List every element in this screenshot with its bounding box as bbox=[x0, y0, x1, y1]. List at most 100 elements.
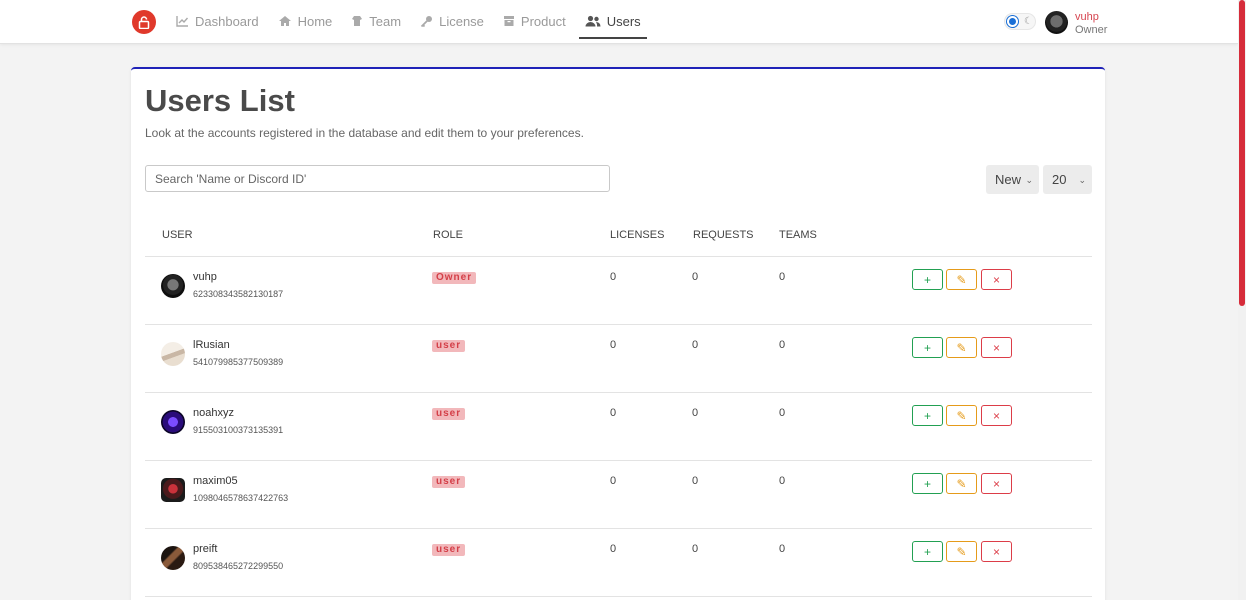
plus-icon: + bbox=[923, 340, 931, 355]
close-icon: × bbox=[992, 476, 1000, 491]
licenses-count: 0 bbox=[610, 543, 617, 555]
user-id: 541079985377509389 bbox=[193, 357, 284, 367]
nav-username[interactable]: vuhp bbox=[1075, 11, 1099, 23]
edit-button[interactable]: ✎ bbox=[946, 473, 977, 494]
user-name: maxim05 bbox=[193, 475, 238, 487]
chevron-down-icon: ⌄ bbox=[1078, 175, 1086, 185]
nav-user-role: Owner bbox=[1075, 24, 1108, 36]
licenses-count: 0 bbox=[610, 339, 617, 351]
teams-count: 0 bbox=[779, 475, 786, 487]
requests-count: 0 bbox=[692, 271, 699, 283]
nav-item-dashboard[interactable]: Dashboard bbox=[176, 0, 259, 42]
avatar bbox=[161, 274, 185, 298]
requests-count: 0 bbox=[692, 407, 699, 419]
edit-icon: ✎ bbox=[956, 340, 967, 355]
edit-button[interactable]: ✎ bbox=[946, 405, 977, 426]
avatar bbox=[161, 546, 185, 570]
team-icon bbox=[352, 16, 363, 26]
user-id: 915503100373135391 bbox=[193, 425, 284, 435]
lock-logo-icon[interactable] bbox=[132, 10, 156, 34]
nav-item-label: Team bbox=[369, 13, 402, 29]
delete-button[interactable]: × bbox=[981, 337, 1012, 358]
requests-count: 0 bbox=[692, 339, 699, 351]
table-row: lRusian 541079985377509389 user 0 0 0 + … bbox=[145, 325, 1092, 393]
role-badge: user bbox=[432, 544, 466, 556]
theme-toggle[interactable]: ☾ bbox=[1004, 13, 1036, 30]
edit-icon: ✎ bbox=[956, 272, 967, 287]
nav-item-label: Dashboard bbox=[195, 13, 259, 29]
search-input[interactable] bbox=[145, 165, 610, 192]
delete-button[interactable]: × bbox=[981, 405, 1012, 426]
top-navbar: Dashboard Home Team License Product User… bbox=[0, 0, 1238, 44]
user-name: vuhp bbox=[193, 271, 217, 283]
nav-item-license[interactable]: License bbox=[420, 0, 484, 42]
nav-item-label: License bbox=[439, 13, 484, 29]
page-subtitle: Look at the accounts registered in the d… bbox=[145, 126, 584, 140]
add-button[interactable]: + bbox=[912, 405, 943, 426]
close-icon: × bbox=[992, 272, 1000, 287]
user-name: lRusian bbox=[193, 339, 230, 351]
table-row: noahxyz 915503100373135391 user 0 0 0 + … bbox=[145, 393, 1092, 461]
requests-count: 0 bbox=[692, 543, 699, 555]
main-nav: Dashboard Home Team License Product User… bbox=[176, 0, 660, 44]
column-header-teams: TEAMS bbox=[779, 229, 817, 241]
teams-count: 0 bbox=[779, 407, 786, 419]
role-badge: user bbox=[432, 408, 466, 420]
avatar bbox=[161, 478, 185, 502]
edit-button[interactable]: ✎ bbox=[946, 541, 977, 562]
user-name: preift bbox=[193, 543, 218, 555]
add-button[interactable]: + bbox=[912, 541, 943, 562]
avatar bbox=[161, 342, 185, 366]
edit-button[interactable]: ✎ bbox=[946, 269, 977, 290]
chevron-down-icon: ⌄ bbox=[1025, 175, 1033, 185]
licenses-count: 0 bbox=[610, 271, 617, 283]
nav-item-product[interactable]: Product bbox=[503, 0, 566, 42]
add-button[interactable]: + bbox=[912, 337, 943, 358]
delete-button[interactable]: × bbox=[981, 473, 1012, 494]
edit-icon: ✎ bbox=[956, 408, 967, 423]
table-row: vuhp 623308343582130187 Owner 0 0 0 + ✎ … bbox=[145, 257, 1092, 325]
teams-count: 0 bbox=[779, 271, 786, 283]
table-row: maxim05 1098046578637422763 user 0 0 0 +… bbox=[145, 461, 1092, 529]
sort-select-value: New bbox=[995, 172, 1022, 187]
column-header-user: USER bbox=[162, 229, 193, 241]
edit-icon: ✎ bbox=[956, 544, 967, 559]
user-name: noahxyz bbox=[193, 407, 234, 419]
home-icon bbox=[278, 16, 291, 26]
add-button[interactable]: + bbox=[912, 269, 943, 290]
sun-icon bbox=[1007, 16, 1018, 27]
teams-count: 0 bbox=[779, 543, 786, 555]
delete-button[interactable]: × bbox=[981, 541, 1012, 562]
key-icon bbox=[420, 16, 433, 27]
nav-item-label: Product bbox=[520, 13, 566, 29]
teams-count: 0 bbox=[779, 339, 786, 351]
column-header-licenses: LICENSES bbox=[610, 229, 665, 241]
scrollbar-thumb[interactable] bbox=[1239, 0, 1245, 306]
role-badge: user bbox=[432, 476, 466, 488]
close-icon: × bbox=[992, 544, 1000, 559]
edit-icon: ✎ bbox=[956, 476, 967, 491]
role-badge: user bbox=[432, 340, 466, 352]
nav-item-label: Home bbox=[297, 13, 333, 29]
nav-item-home[interactable]: Home bbox=[278, 0, 333, 42]
plus-icon: + bbox=[923, 476, 931, 491]
nav-item-label: Users bbox=[606, 13, 641, 29]
column-header-role: ROLE bbox=[433, 229, 463, 241]
close-icon: × bbox=[992, 340, 1000, 355]
page-size-select[interactable]: 20 ⌄ bbox=[1043, 165, 1092, 194]
add-button[interactable]: + bbox=[912, 473, 943, 494]
nav-item-users[interactable]: Users bbox=[578, 0, 647, 42]
sort-select[interactable]: New ⌄ bbox=[986, 165, 1039, 194]
edit-button[interactable]: ✎ bbox=[946, 337, 977, 358]
users-card: Users List Look at the accounts register… bbox=[131, 67, 1105, 600]
moon-icon: ☾ bbox=[1024, 16, 1033, 27]
avatar bbox=[161, 410, 185, 434]
user-id: 623308343582130187 bbox=[193, 289, 284, 299]
nav-item-team[interactable]: Team bbox=[351, 0, 401, 42]
page-scrollbar[interactable] bbox=[1238, 0, 1246, 600]
delete-button[interactable]: × bbox=[981, 269, 1012, 290]
box-icon bbox=[503, 16, 514, 26]
close-icon: × bbox=[992, 408, 1000, 423]
avatar[interactable] bbox=[1045, 11, 1068, 34]
user-id: 1098046578637422763 bbox=[193, 493, 289, 503]
